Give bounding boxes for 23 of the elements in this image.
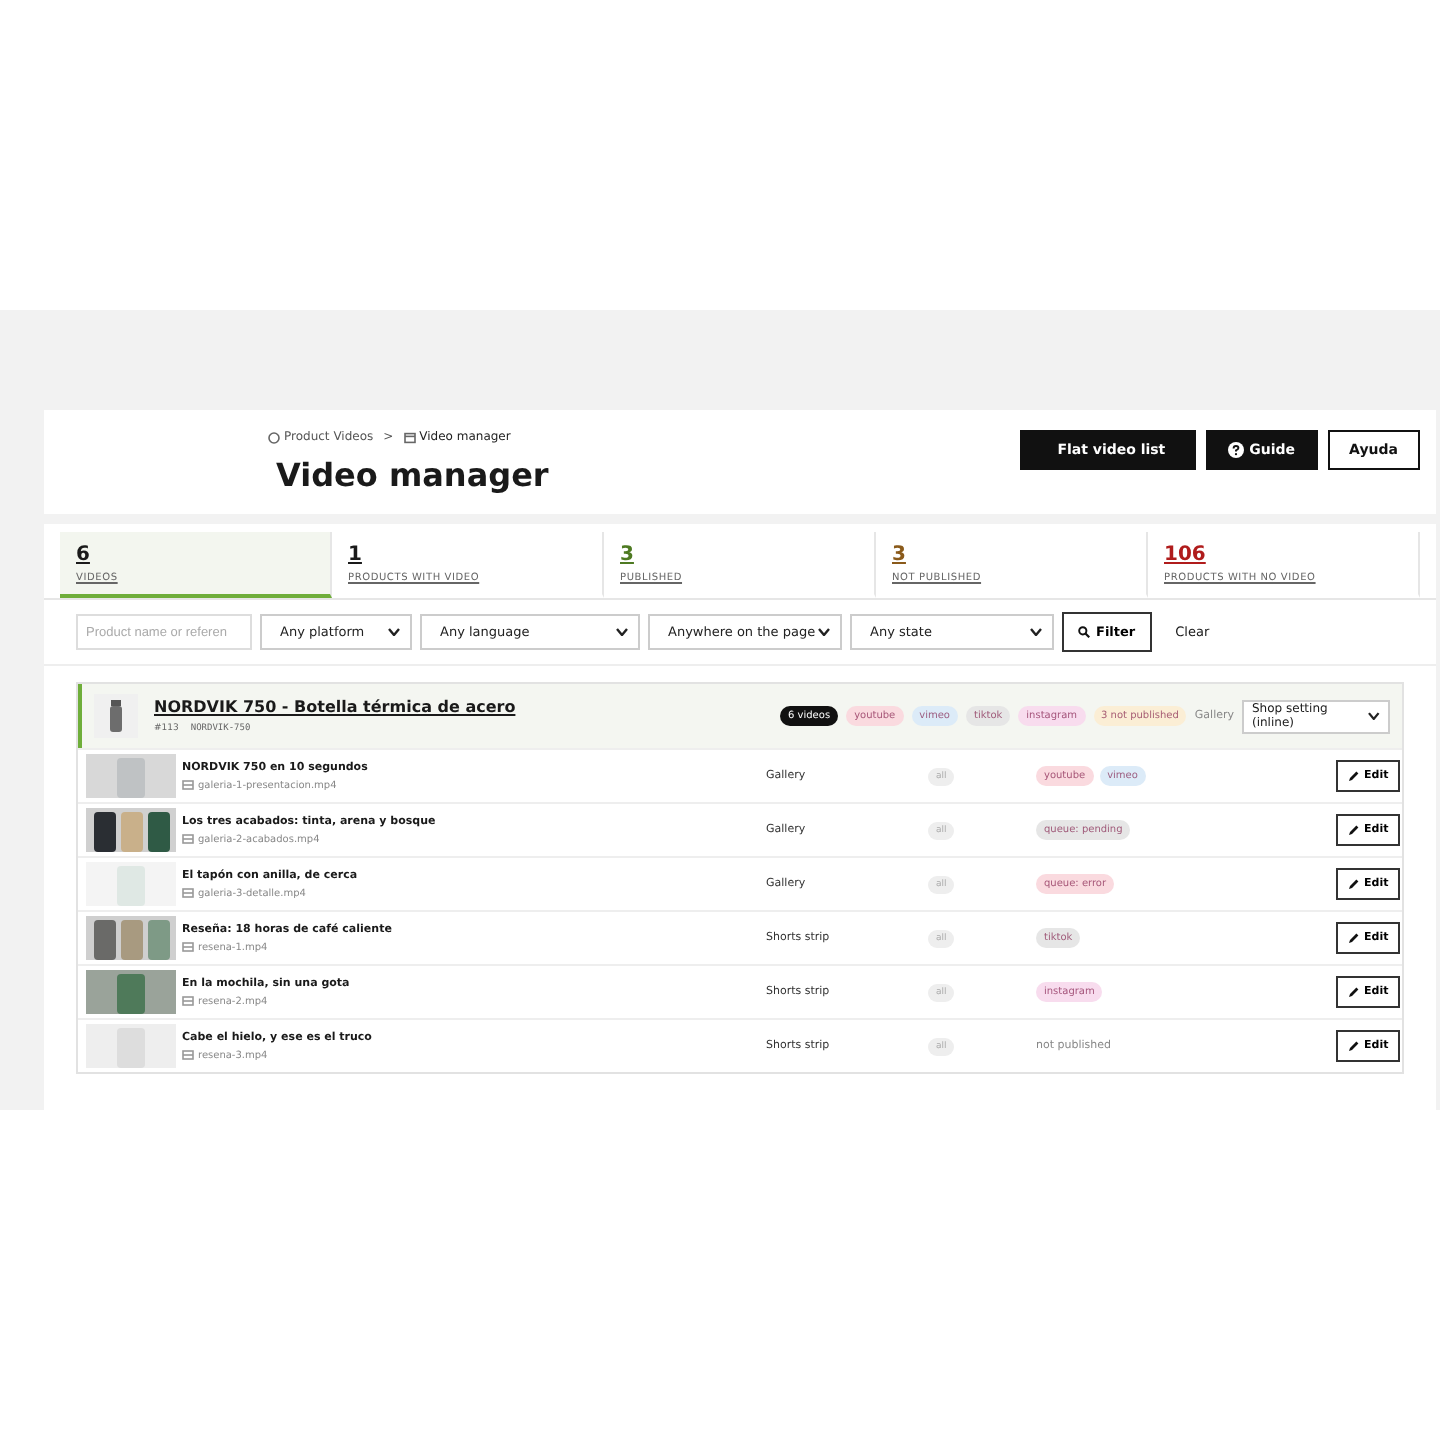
help-icon bbox=[1227, 442, 1244, 458]
file-icon bbox=[182, 780, 194, 790]
caret-icon bbox=[1030, 628, 1042, 636]
file-icon bbox=[182, 888, 194, 898]
pencil-icon bbox=[1348, 824, 1360, 836]
page-title: Video manager bbox=[276, 456, 549, 494]
pencil-icon bbox=[1348, 878, 1360, 890]
pencil-icon bbox=[1348, 1040, 1360, 1052]
caret-icon bbox=[616, 628, 628, 636]
window-icon bbox=[403, 431, 416, 443]
pencil-icon bbox=[1348, 932, 1360, 944]
file-icon bbox=[182, 942, 194, 952]
file-icon bbox=[182, 834, 194, 844]
circle-icon bbox=[268, 431, 280, 443]
pencil-icon bbox=[1348, 986, 1360, 998]
file-icon bbox=[182, 996, 194, 1006]
caret-icon bbox=[818, 628, 830, 636]
product-name-link[interactable]: NORDVIK 750 - Botella térmica de acero bbox=[154, 698, 516, 716]
caret-icon bbox=[1368, 712, 1380, 720]
pencil-icon bbox=[1348, 770, 1360, 782]
caret-icon bbox=[388, 628, 400, 636]
search-icon bbox=[1078, 626, 1090, 638]
file-icon bbox=[182, 1050, 194, 1060]
